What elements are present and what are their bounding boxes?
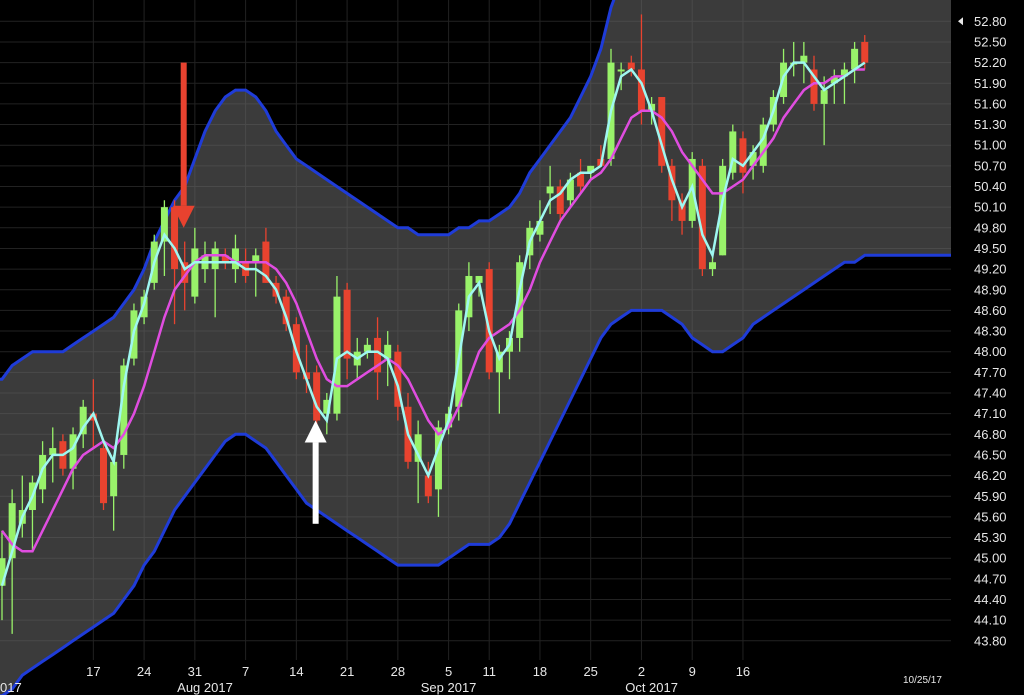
candle-body [739, 138, 747, 173]
candle-body [191, 248, 199, 297]
y-tick-label: 47.10 [974, 406, 1007, 421]
candle-body [110, 461, 118, 497]
x-tick-label: 28 [391, 664, 405, 679]
y-tick-label: 51.30 [974, 117, 1007, 132]
x-tick-label: 31 [188, 664, 202, 679]
x-tick-label: 17 [86, 664, 100, 679]
x-month-label: Sep 2017 [421, 680, 477, 695]
y-tick-label: 45.90 [974, 489, 1007, 504]
y-tick-label: 49.80 [974, 220, 1007, 235]
candle-body [424, 475, 432, 497]
y-tick-label: 51.90 [974, 76, 1007, 91]
candlestick-chart: 52.80 52.50 52.20 51.90 51.60 51.30 51.00 50.70… [0, 0, 1024, 695]
x-tick-label: 24 [137, 664, 151, 679]
y-tick-label: 48.00 [974, 344, 1007, 359]
up-arrow-shaft [312, 442, 319, 524]
y-tick-label: 47.70 [974, 365, 1007, 380]
date-label: 10/25/17 [903, 675, 942, 686]
candle-body [546, 186, 554, 194]
candle-body [211, 248, 219, 270]
y-tick-label: 46.80 [974, 427, 1007, 442]
candle-body [434, 427, 442, 490]
y-tick-label: 49.20 [974, 262, 1007, 277]
x-month-label: 017 [0, 680, 22, 695]
y-tick-label: 45.60 [974, 509, 1007, 524]
candle-body [820, 90, 828, 104]
y-tick-label: 48.60 [974, 303, 1007, 318]
candle-body [231, 248, 239, 270]
x-tick-label: 7 [242, 664, 249, 679]
y-tick-label: 46.20 [974, 468, 1007, 483]
y-tick-label: 44.40 [974, 592, 1007, 607]
candle-body [100, 448, 107, 504]
y-tick-label: 43.80 [974, 633, 1007, 648]
y-tick-label: 44.70 [974, 571, 1007, 586]
x-tick-label: 11 [482, 664, 496, 679]
y-tick-label: 45.30 [974, 530, 1007, 545]
y-tick-label: 45.00 [974, 551, 1007, 566]
y-tick-label: 47.40 [974, 386, 1007, 401]
candle-body [861, 41, 869, 63]
y-tick-label: 49.50 [974, 241, 1007, 256]
candle-body [333, 296, 341, 414]
y-tick-label: 50.40 [974, 179, 1007, 194]
x-tick-label: 25 [583, 664, 597, 679]
y-tick-label: 48.30 [974, 324, 1007, 339]
y-tick-label: 46.50 [974, 447, 1007, 462]
x-month-label: Oct 2017 [625, 680, 678, 695]
y-tick-label: 52.50 [974, 34, 1007, 49]
y-tick-label: 44.10 [974, 613, 1007, 628]
x-tick-label: 14 [289, 664, 303, 679]
y-tick-label: 52.80 [974, 14, 1007, 29]
x-tick-label: 18 [533, 664, 547, 679]
candle-body [617, 69, 625, 72]
x-tick-label: 2 [638, 664, 645, 679]
y-tick-label: 51.60 [974, 96, 1007, 111]
x-tick-label: 9 [689, 664, 696, 679]
candle-body [709, 262, 716, 270]
x-month-label: Aug 2017 [177, 680, 233, 695]
y-tick-label: 48.90 [974, 282, 1007, 297]
y-tick-label: 50.70 [974, 158, 1007, 173]
x-tick-label: 5 [445, 664, 452, 679]
candle-body [343, 289, 351, 359]
y-tick-label: 51.00 [974, 138, 1007, 153]
down-arrow-shaft [180, 62, 187, 206]
y-tick-label: 50.10 [974, 200, 1007, 215]
x-tick-label: 21 [340, 664, 354, 679]
y-tick-label: 52.20 [974, 55, 1007, 70]
candle-body [171, 207, 179, 270]
x-tick-label: 16 [736, 664, 750, 679]
